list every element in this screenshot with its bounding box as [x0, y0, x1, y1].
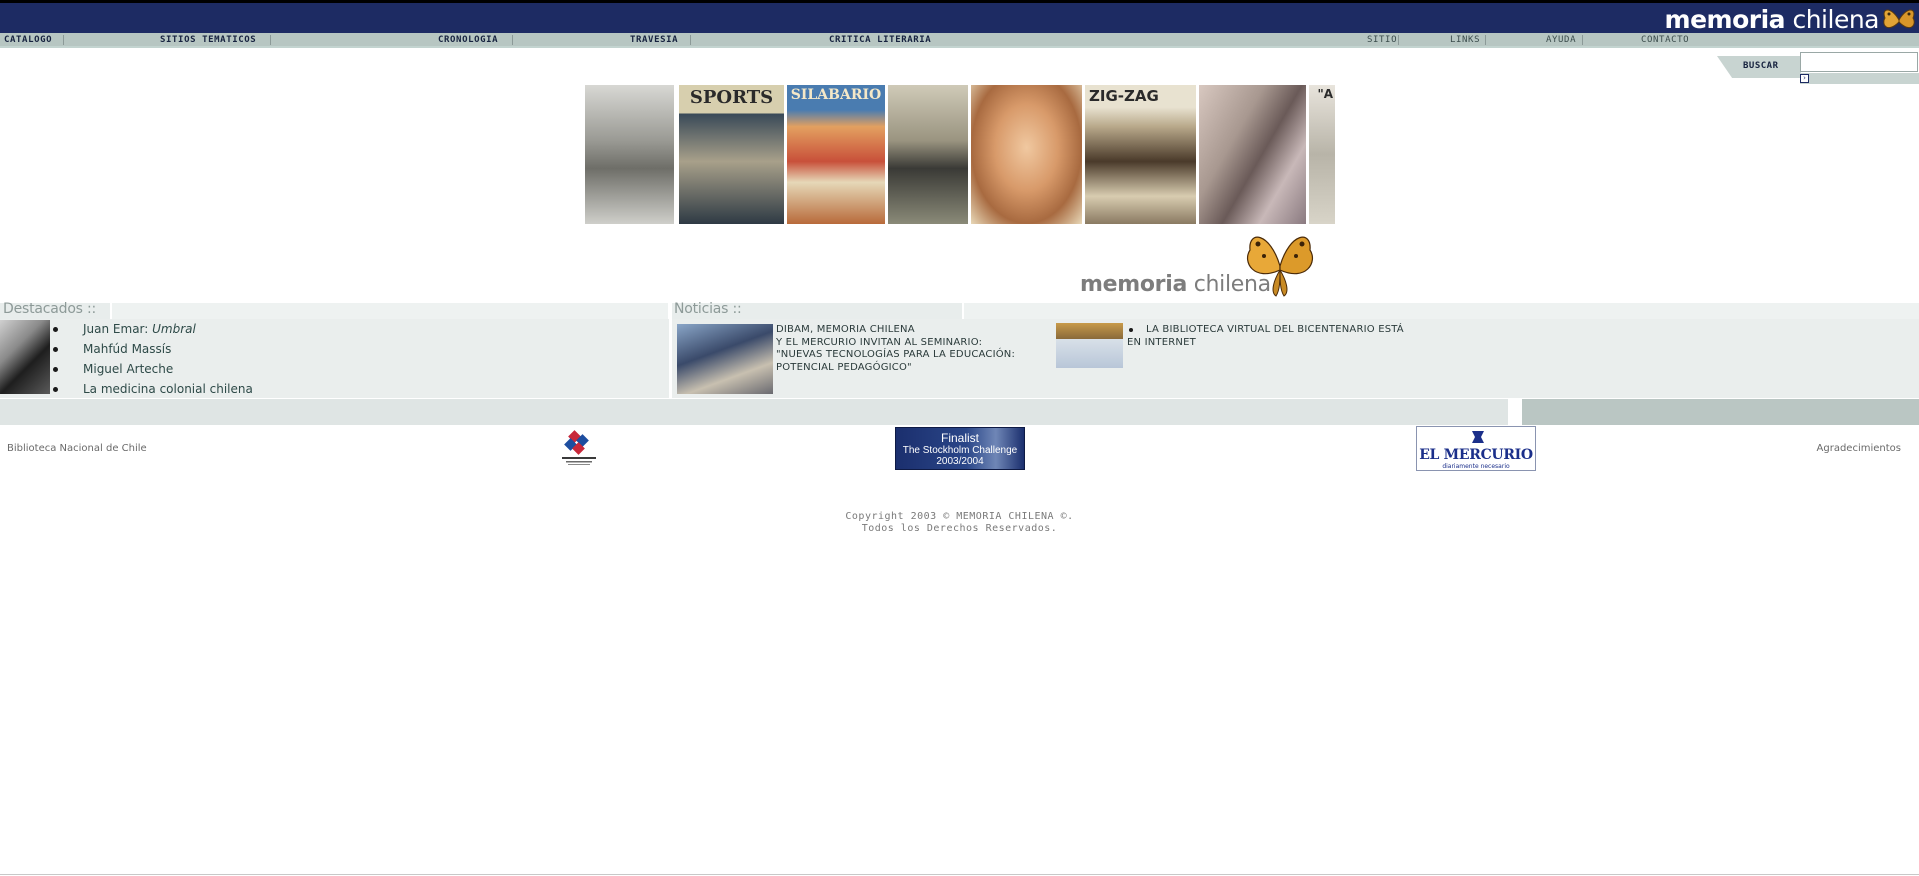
mosaic-photo-title: ZIG-ZAG — [1089, 87, 1159, 105]
divider-band — [0, 399, 1508, 425]
nav-separator — [63, 35, 64, 45]
news-link-seminario[interactable]: DIBAM, MEMORIA CHILENA Y EL MERCURIO INV… — [776, 324, 1015, 374]
search-input[interactable] — [1800, 52, 1918, 72]
nav-ayuda[interactable]: AYUDA — [1546, 34, 1576, 46]
search-submit-icon[interactable]: › — [1800, 74, 1809, 83]
main-nav: CATALOGO SITIOS TEMATICOS CRONOLOGIA TRA… — [0, 33, 1919, 48]
mosaic-photo-portrait[interactable] — [1199, 85, 1306, 224]
mosaic-photo-sports[interactable]: SPORTS — [679, 85, 784, 224]
destacados-head-strip — [112, 303, 668, 319]
mosaic-photo-women[interactable] — [585, 85, 674, 224]
nav-links[interactable]: LINKS — [1450, 34, 1480, 46]
butterfly-icon — [1246, 236, 1314, 297]
destacado-link-juan-emar[interactable]: Juan Emar: Umbral — [83, 322, 196, 336]
noticias-head-strip — [964, 303, 1919, 319]
brand-light: chilena — [1785, 5, 1879, 34]
butterfly-icon — [1883, 9, 1915, 29]
news-line: POTENCIAL PEDAGÓGICO" — [776, 361, 912, 373]
nav-separator — [1398, 35, 1399, 45]
destacado-italic: Umbral — [152, 322, 196, 336]
news-line: EN INTERNET — [1127, 336, 1196, 348]
mercurio-tagline: diariamente necesario — [1442, 463, 1510, 470]
site-logo-text[interactable]: memoria chilena — [1664, 5, 1880, 34]
news-line: "NUEVAS TECNOLOGÍAS PARA LA EDUCACIÓN: — [776, 349, 1016, 360]
bullet-icon — [53, 347, 58, 352]
destacado-link-miguel-arteche[interactable]: Miguel Arteche — [83, 362, 173, 376]
search-strip — [1800, 73, 1919, 84]
nav-separator — [1485, 35, 1486, 45]
news-thumbnail-bicentenario[interactable] — [1056, 323, 1123, 368]
mosaic-photo-caricature[interactable] — [971, 85, 1082, 224]
news-line: LA BIBLIOTECA VIRTUAL DEL BICENTENARIO E… — [1146, 324, 1404, 335]
news-thumbnail-seminario[interactable] — [677, 324, 773, 394]
el-mercurio-logo[interactable]: EL MERCURIO diariamente necesario — [1416, 426, 1536, 471]
bullet-icon — [53, 327, 58, 332]
mosaic-photo-newspaper[interactable]: "A — [1309, 85, 1335, 224]
copyright-notice: Copyright 2003 © MEMORIA CHILENA ©. Todo… — [0, 511, 1919, 535]
divider-band-accent — [1522, 399, 1919, 425]
destacado-text: Juan Emar: — [83, 322, 153, 336]
nav-sitios-tematicos[interactable]: SITIOS TEMATICOS — [160, 34, 256, 46]
badge-line: The Stockholm Challenge — [902, 445, 1018, 456]
nav-travesia[interactable]: TRAVESIA — [630, 34, 678, 46]
nav-critica-literaria[interactable]: CRITICA LITERARIA — [829, 34, 931, 46]
nav-catalogo[interactable]: CATALOGO — [4, 34, 52, 46]
destacados-title: Destacados :: — [3, 301, 97, 317]
destacado-link-medicina-colonial[interactable]: La medicina colonial chilena — [83, 382, 253, 396]
noticias-title: Noticias :: — [674, 301, 742, 317]
mosaic-photo-silabario[interactable]: SILABARIO — [787, 85, 885, 224]
mosaic-photo-zigzag[interactable]: ZIG-ZAG — [1085, 85, 1196, 224]
news-line: DIBAM, MEMORIA CHILENA — [776, 324, 915, 335]
destacados-thumbnail[interactable] — [0, 320, 50, 394]
mosaic-photo-title: SILABARIO — [790, 87, 882, 103]
destacado-link-mahfud-massis[interactable]: Mahfúd Massís — [83, 342, 171, 356]
badge-line: 2003/2004 — [936, 456, 984, 467]
bullet-icon — [53, 367, 58, 372]
nav-separator — [1582, 35, 1583, 45]
mercurio-figure-icon — [1472, 431, 1484, 443]
top-banner: memoria chilena — [0, 0, 1919, 34]
news-line: Y EL MERCURIO INVITAN AL SEMINARIO: — [776, 336, 983, 348]
search-label[interactable]: BUSCAR — [1743, 61, 1779, 71]
nav-cronologia[interactable]: CRONOLOGIA — [438, 34, 498, 46]
mercurio-name: EL MERCURIO — [1419, 447, 1533, 463]
nav-sitio[interactable]: SITIO — [1367, 34, 1397, 46]
brand-bold: memoria — [1664, 5, 1786, 34]
mosaic-photo-title: "A — [1317, 87, 1333, 101]
mosaic-photo-man[interactable] — [888, 85, 968, 224]
stockholm-challenge-badge[interactable]: Finalist The Stockholm Challenge 2003/20… — [895, 427, 1025, 470]
mosaic-logo-bold: memoria — [1080, 272, 1188, 297]
nav-separator — [270, 35, 271, 45]
footer-link-biblioteca[interactable]: Biblioteca Nacional de Chile — [7, 443, 147, 454]
news-link-bicentenario[interactable]: LA BIBLIOTECA VIRTUAL DEL BICENTENARIO E… — [1127, 324, 1404, 349]
nav-separator — [690, 35, 691, 45]
nav-contacto[interactable]: CONTACTO — [1641, 34, 1689, 46]
gobierno-logo-icon[interactable] — [556, 430, 602, 468]
badge-line: Finalist — [940, 431, 979, 445]
copyright-line: Todos los Derechos Reservados. — [861, 523, 1058, 534]
footer-link-agradecimientos[interactable]: Agradecimientos — [1817, 443, 1901, 454]
nav-separator — [512, 35, 513, 45]
copyright-line: Copyright 2003 © MEMORIA CHILENA ©. — [845, 511, 1074, 522]
mosaic-photo-title: SPORTS — [689, 87, 774, 108]
bottom-rule — [0, 874, 1919, 875]
bullet-icon — [53, 387, 58, 392]
